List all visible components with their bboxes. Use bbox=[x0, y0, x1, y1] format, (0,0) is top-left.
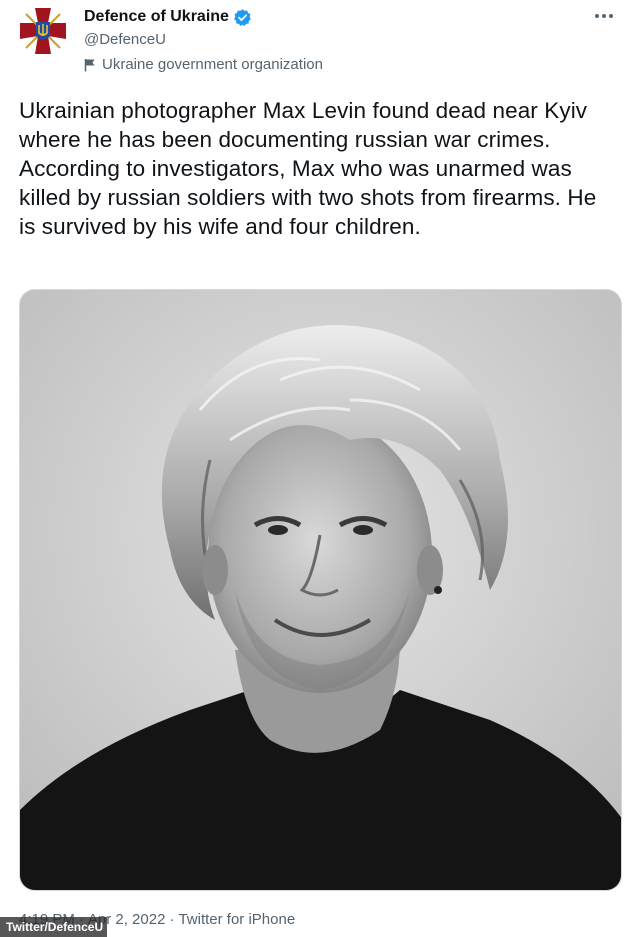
display-name[interactable]: Defence of Ukraine bbox=[84, 7, 229, 27]
account-handle[interactable]: @DefenceU bbox=[84, 30, 166, 50]
tweet-photo[interactable] bbox=[19, 289, 622, 891]
tweet-card: Defence of Ukraine @DefenceU Ukraine gov… bbox=[0, 0, 634, 937]
affiliation-label: Ukraine government organization bbox=[84, 55, 323, 75]
more-options-button[interactable] bbox=[588, 4, 620, 28]
tweet-text: Ukrainian photographer Max Levin found d… bbox=[19, 98, 597, 239]
account-avatar[interactable] bbox=[18, 6, 68, 56]
affiliation-text: Ukraine government organization bbox=[102, 56, 323, 73]
photo-credit: Twitter/DefenceU bbox=[0, 917, 108, 937]
verified-badge-icon bbox=[233, 8, 252, 27]
name-row: Defence of Ukraine bbox=[84, 7, 252, 27]
more-dots-icon bbox=[595, 14, 613, 18]
flag-icon bbox=[84, 58, 96, 72]
portrait-image bbox=[20, 290, 621, 890]
meta-separator: · bbox=[169, 911, 175, 928]
tweet-source: Twitter for iPhone bbox=[178, 911, 296, 928]
defence-emblem-icon bbox=[18, 6, 68, 56]
